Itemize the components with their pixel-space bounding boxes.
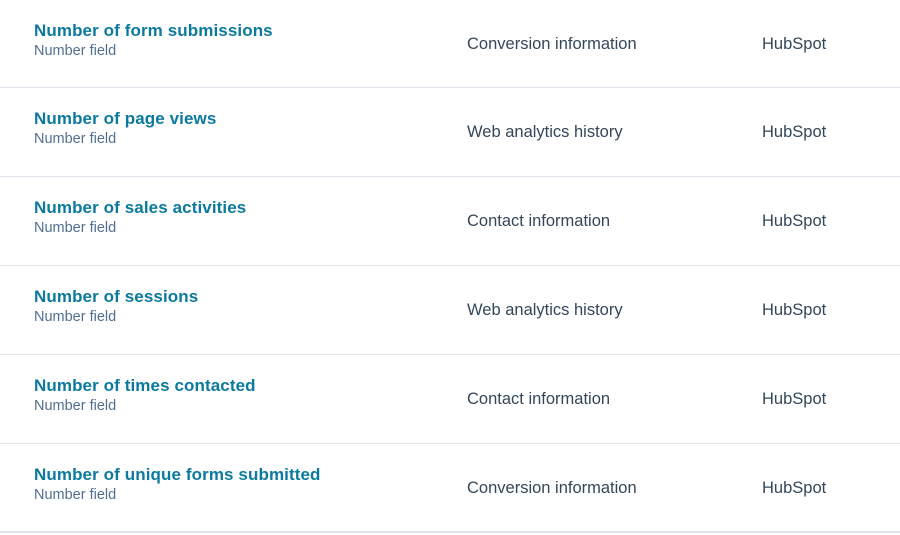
property-source: HubSpot: [762, 479, 827, 497]
property-name-link[interactable]: Number of unique forms submitted: [34, 464, 434, 486]
property-field-type: Number field: [34, 43, 117, 59]
property-source: HubSpot: [762, 123, 827, 141]
table-row: Number of sales activities Number field …: [0, 177, 900, 266]
property-name-link[interactable]: Number of sales activities: [34, 197, 434, 219]
property-name-cell: Number of times contacted Number field: [34, 375, 434, 415]
property-field-type: Number field: [34, 487, 117, 503]
property-name-cell: Number of page views Number field: [34, 108, 434, 148]
properties-table: Number of form submissions Number field …: [0, 0, 900, 535]
property-group: Web analytics history: [467, 123, 623, 141]
property-name-cell: Number of sales activities Number field: [34, 197, 434, 237]
property-name-cell: Number of form submissions Number field: [34, 20, 434, 60]
property-group: Contact information: [467, 212, 611, 230]
property-source: HubSpot: [762, 390, 827, 408]
property-name-link[interactable]: Number of form submissions: [34, 20, 434, 42]
property-field-type: Number field: [34, 398, 117, 414]
property-name-cell: Number of sessions Number field: [34, 286, 434, 326]
property-group: Contact information: [467, 390, 611, 408]
property-name-link[interactable]: Number of times contacted: [34, 375, 434, 397]
table-row: Number of form submissions Number field …: [0, 0, 900, 88]
table-row: Number of unique forms submitted Number …: [0, 444, 900, 533]
property-name-cell: Number of unique forms submitted Number …: [34, 464, 434, 504]
table-row: Number of times contacted Number field C…: [0, 355, 900, 444]
property-group: Conversion information: [467, 479, 637, 497]
property-source: HubSpot: [762, 35, 827, 53]
table-row: Number of sessions Number field Web anal…: [0, 266, 900, 355]
property-group: Web analytics history: [467, 301, 623, 319]
property-field-type: Number field: [34, 309, 117, 325]
table-row: Number of page views Number field Web an…: [0, 88, 900, 177]
property-name-link[interactable]: Number of sessions: [34, 286, 434, 308]
property-source: HubSpot: [762, 212, 827, 230]
property-source: HubSpot: [762, 301, 827, 319]
property-field-type: Number field: [34, 220, 117, 236]
property-group: Conversion information: [467, 35, 637, 53]
property-field-type: Number field: [34, 131, 117, 147]
property-name-link[interactable]: Number of page views: [34, 108, 434, 130]
